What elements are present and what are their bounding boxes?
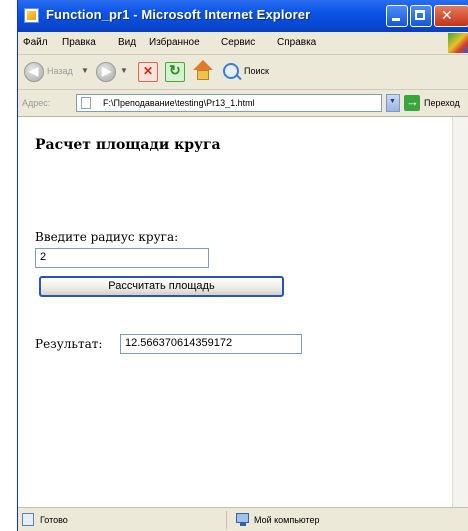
menu-bar: Файл Правка Вид Избранное Сервис Справка xyxy=(18,32,468,55)
vertical-scrollbar[interactable] xyxy=(452,117,468,507)
page-title: Расчет площади круга xyxy=(35,137,221,153)
computer-icon xyxy=(236,513,249,526)
status-page-icon xyxy=(22,513,34,526)
ie-page-icon xyxy=(24,8,39,23)
forward-dropdown-icon[interactable]: ▼ xyxy=(120,66,128,75)
refresh-icon[interactable] xyxy=(165,62,185,82)
address-label: Адрес: xyxy=(22,98,51,108)
menu-favorites[interactable]: Избранное xyxy=(149,37,200,48)
back-dropdown-icon[interactable]: ▼ xyxy=(81,66,89,75)
close-button[interactable] xyxy=(434,5,468,27)
radius-input[interactable]: 2 xyxy=(35,248,209,268)
minimize-button[interactable] xyxy=(386,5,408,27)
window-title: Function_pr1 - Microsoft Internet Explor… xyxy=(46,7,311,22)
security-zone: Мой компьютер xyxy=(254,515,320,525)
menu-view[interactable]: Вид xyxy=(118,37,136,48)
go-button[interactable]: Переход xyxy=(424,98,460,108)
home-icon[interactable] xyxy=(191,60,215,84)
search-icon[interactable] xyxy=(223,63,239,79)
menu-tools[interactable]: Сервис xyxy=(221,37,255,48)
search-label[interactable]: Поиск xyxy=(244,66,269,76)
address-bar: Адрес: F:\Преподавание\testing\Pr13_1.ht… xyxy=(18,90,468,117)
page-icon xyxy=(81,97,91,109)
stop-icon[interactable] xyxy=(138,62,158,82)
forward-arrow-icon[interactable] xyxy=(96,62,116,82)
title-bar[interactable]: Function_pr1 - Microsoft Internet Explor… xyxy=(18,0,468,32)
toolbar: Назад ▼ ▼ Поиск xyxy=(18,55,468,90)
status-text: Готово xyxy=(40,515,68,525)
browser-window: Function_pr1 - Microsoft Internet Explor… xyxy=(17,0,468,531)
status-divider xyxy=(226,511,227,529)
back-arrow-icon[interactable] xyxy=(24,62,44,82)
go-arrow-icon[interactable] xyxy=(404,94,420,111)
menu-help[interactable]: Справка xyxy=(277,37,316,48)
windows-logo-icon xyxy=(448,33,468,53)
status-bar: Готово Мой компьютер xyxy=(18,507,468,531)
address-dropdown-icon[interactable] xyxy=(386,94,400,112)
page-content: Расчет площади круга Введите радиус круг… xyxy=(18,117,468,507)
address-input[interactable]: F:\Преподавание\testing\Pr13_1.html xyxy=(76,94,382,112)
maximize-button[interactable] xyxy=(410,5,432,27)
menu-file[interactable]: Файл xyxy=(23,37,48,48)
menu-edit[interactable]: Правка xyxy=(62,37,96,48)
calculate-area-button[interactable]: Рассчитать площадь xyxy=(39,276,284,297)
radius-label: Введите радиус круга: xyxy=(35,230,179,244)
back-label[interactable]: Назад xyxy=(47,66,73,76)
address-url[interactable]: F:\Преподавание\testing\Pr13_1.html xyxy=(103,98,255,108)
result-label: Результат: xyxy=(35,337,103,351)
result-field[interactable]: 12.566370614359172 xyxy=(120,334,302,354)
